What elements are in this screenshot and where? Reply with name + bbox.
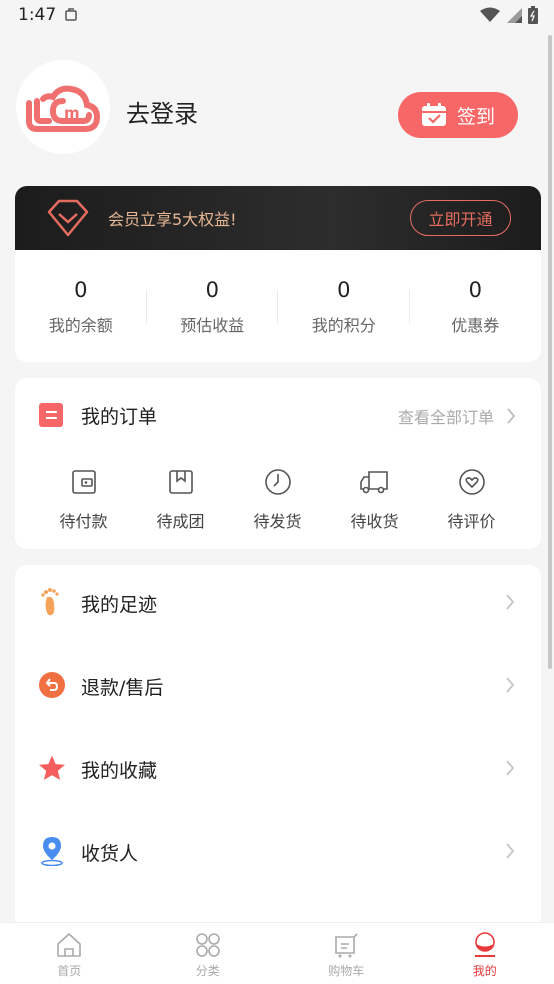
- member-card: 会员立享5大权益! 立即开通 0 我的余额 0 预估收益 0 我的积分 0 优惠…: [15, 186, 541, 362]
- signin-label: 签到: [456, 105, 495, 128]
- order-status-pending-review[interactable]: 待评价: [423, 468, 520, 532]
- tab-label: 分类: [195, 964, 220, 978]
- scrollbar[interactable]: [548, 35, 552, 669]
- menu-item-label: 我的足迹: [81, 594, 158, 616]
- star-icon: [37, 753, 67, 783]
- view-all-orders-label: 查看全部订单: [397, 408, 494, 427]
- chevron-right-icon: [507, 408, 516, 424]
- battery-icon: [528, 6, 538, 28]
- menu-list: 我的足迹 退款/售后 我的收藏 收货人: [15, 565, 541, 945]
- calendar-check-icon: [421, 103, 446, 126]
- svg-text:m: m: [64, 104, 80, 122]
- avatar[interactable]: m: [16, 60, 110, 154]
- status-time: 1:47: [18, 5, 57, 25]
- signin-button[interactable]: 签到: [398, 92, 518, 138]
- tab-profile[interactable]: 我的: [416, 923, 554, 984]
- stats-row: 0 我的余额 0 预估收益 0 我的积分 0 优惠券: [15, 250, 541, 362]
- stat-value: 0: [205, 278, 219, 302]
- stat-label: 优惠券: [451, 316, 500, 335]
- stat-estimated-earnings[interactable]: 0 预估收益: [147, 250, 278, 362]
- order-status-pending-shipment[interactable]: 待发货: [229, 468, 326, 532]
- view-all-orders-link[interactable]: 查看全部订单: [398, 404, 516, 428]
- chevron-right-icon: [506, 677, 515, 693]
- tab-cart[interactable]: 购物车: [277, 923, 416, 984]
- app-logo-icon: m: [26, 85, 101, 132]
- refund-icon: [37, 670, 67, 700]
- clock-icon: [264, 469, 291, 495]
- heart-icon: [458, 469, 485, 495]
- stat-balance[interactable]: 0 我的余额: [15, 250, 147, 362]
- stat-label: 预估收益: [180, 316, 245, 335]
- profile-icon: [474, 932, 495, 957]
- cart-icon: [335, 933, 358, 958]
- stat-value: 0: [468, 278, 482, 302]
- menu-item-refund[interactable]: 退款/售后: [15, 648, 541, 731]
- menu-item-favorites[interactable]: 我的收藏: [15, 731, 541, 814]
- orders-title: 我的订单: [81, 406, 158, 428]
- menu-item-label: 收货人: [81, 843, 139, 865]
- menu-item-label: 我的收藏: [81, 760, 158, 782]
- tab-label: 购物车: [328, 964, 365, 978]
- footprint-icon: [37, 587, 67, 617]
- menu-item-consignee[interactable]: 收货人: [15, 814, 541, 897]
- tab-label: 首页: [57, 964, 82, 978]
- orders-card: 我的订单 查看全部订单 待付款 待成团 待发货 待收货 待评价: [15, 378, 541, 549]
- bottom-tab-bar: 首页 分类 购物车 我的: [0, 922, 554, 984]
- truck-icon: [359, 471, 388, 494]
- menu-item-footprints[interactable]: 我的足迹: [15, 565, 541, 648]
- order-status-label: 待成团: [156, 512, 205, 531]
- order-status-label: 待发货: [253, 512, 302, 531]
- tab-categories[interactable]: 分类: [139, 923, 278, 984]
- chevron-right-icon: [506, 594, 515, 610]
- stat-value: 0: [337, 278, 351, 302]
- location-pin-icon: [37, 836, 67, 866]
- order-status-pending-receipt[interactable]: 待收货: [326, 468, 423, 532]
- member-promo-text: 会员立享5大权益!: [108, 210, 237, 229]
- order-list-icon: [39, 403, 63, 427]
- tab-label: 我的: [472, 964, 497, 978]
- chevron-right-icon: [506, 843, 515, 859]
- wallet-icon: [71, 470, 96, 494]
- stat-points[interactable]: 0 我的积分: [278, 250, 410, 362]
- status-bar: 1:47: [0, 0, 554, 34]
- menu-item-label: 退款/售后: [81, 677, 164, 699]
- diamond-icon: [45, 198, 91, 242]
- stat-label: 我的余额: [48, 316, 113, 335]
- chevron-right-icon: [506, 760, 515, 776]
- wifi-icon: [480, 7, 500, 27]
- order-status-pending-payment[interactable]: 待付款: [35, 468, 132, 532]
- notification-icon: [64, 7, 78, 26]
- member-banner: 会员立享5大权益! 立即开通: [15, 186, 541, 250]
- order-status-pending-group[interactable]: 待成团: [132, 468, 229, 532]
- stat-coupons[interactable]: 0 优惠券: [410, 250, 542, 362]
- tab-home[interactable]: 首页: [0, 923, 139, 984]
- order-status-label: 待付款: [59, 512, 108, 531]
- stat-value: 0: [74, 278, 88, 302]
- home-icon: [57, 933, 82, 957]
- login-link[interactable]: 去登录: [126, 94, 198, 129]
- order-status-label: 待评价: [447, 512, 496, 531]
- signal-icon: [506, 7, 522, 27]
- bookmark-icon: [168, 470, 193, 494]
- order-status-row: 待付款 待成团 待发货 待收货 待评价: [15, 468, 541, 532]
- stat-label: 我的积分: [311, 316, 376, 335]
- order-status-label: 待收货: [350, 512, 399, 531]
- profile-header: m 去登录 签到: [0, 56, 554, 166]
- open-membership-button[interactable]: 立即开通: [410, 200, 511, 236]
- grid-icon: [195, 933, 220, 957]
